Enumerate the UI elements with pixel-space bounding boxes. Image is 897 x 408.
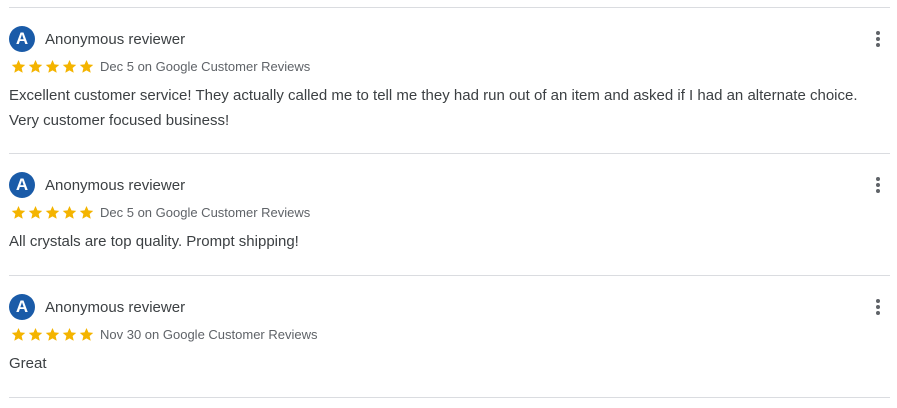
divider — [9, 153, 890, 154]
star-icon — [28, 327, 43, 341]
review-header: A Anonymous reviewer — [9, 172, 890, 198]
review-text: Great — [9, 355, 47, 372]
star-icon — [79, 327, 94, 341]
star-icon — [11, 327, 26, 341]
review-text: Excellent customer service! They actuall… — [9, 87, 858, 129]
review-text: All crystals are top quality. Prompt shi… — [9, 233, 299, 250]
reviewer-name: Anonymous reviewer — [45, 176, 186, 194]
star-icon — [62, 59, 77, 73]
divider — [9, 7, 890, 8]
more-vert-icon[interactable] — [872, 175, 884, 195]
review-item: A Anonymous reviewer Dec 5 on Google Cus… — [9, 172, 890, 254]
review-meta: Dec 5 on Google Customer Reviews — [9, 57, 890, 75]
reviewer-name: Anonymous reviewer — [45, 30, 186, 48]
avatar: A — [9, 172, 35, 198]
review-date-source: Dec 5 on Google Customer Reviews — [100, 58, 311, 74]
star-icon — [45, 327, 60, 341]
reviewer-name: Anonymous reviewer — [45, 298, 186, 316]
star-icon — [62, 205, 77, 219]
review-date-source: Nov 30 on Google Customer Reviews — [100, 326, 318, 342]
review-header: A Anonymous reviewer — [9, 26, 890, 52]
star-icon — [79, 59, 94, 73]
star-icon — [28, 205, 43, 219]
star-icon — [45, 59, 60, 73]
star-icon — [79, 205, 94, 219]
review-meta: Dec 5 on Google Customer Reviews — [9, 203, 890, 221]
more-vert-icon[interactable] — [872, 29, 884, 49]
avatar: A — [9, 294, 35, 320]
star-icon — [11, 205, 26, 219]
star-rating — [11, 327, 94, 342]
reviews-list: A Anonymous reviewer Dec 5 on Google Cus… — [0, 0, 897, 408]
star-icon — [11, 59, 26, 73]
divider — [9, 275, 890, 276]
star-icon — [45, 205, 60, 219]
review-item: A Anonymous reviewer Dec 5 on Google Cus… — [9, 26, 890, 133]
avatar: A — [9, 26, 35, 52]
star-rating — [11, 205, 94, 220]
star-rating — [11, 59, 94, 74]
review-header: A Anonymous reviewer — [9, 294, 890, 320]
review-date-source: Dec 5 on Google Customer Reviews — [100, 204, 311, 220]
more-vert-icon[interactable] — [872, 297, 884, 317]
review-item: A Anonymous reviewer Nov 30 on Google Cu… — [9, 294, 890, 376]
star-icon — [62, 327, 77, 341]
star-icon — [28, 59, 43, 73]
divider — [9, 397, 890, 398]
review-meta: Nov 30 on Google Customer Reviews — [9, 325, 890, 343]
